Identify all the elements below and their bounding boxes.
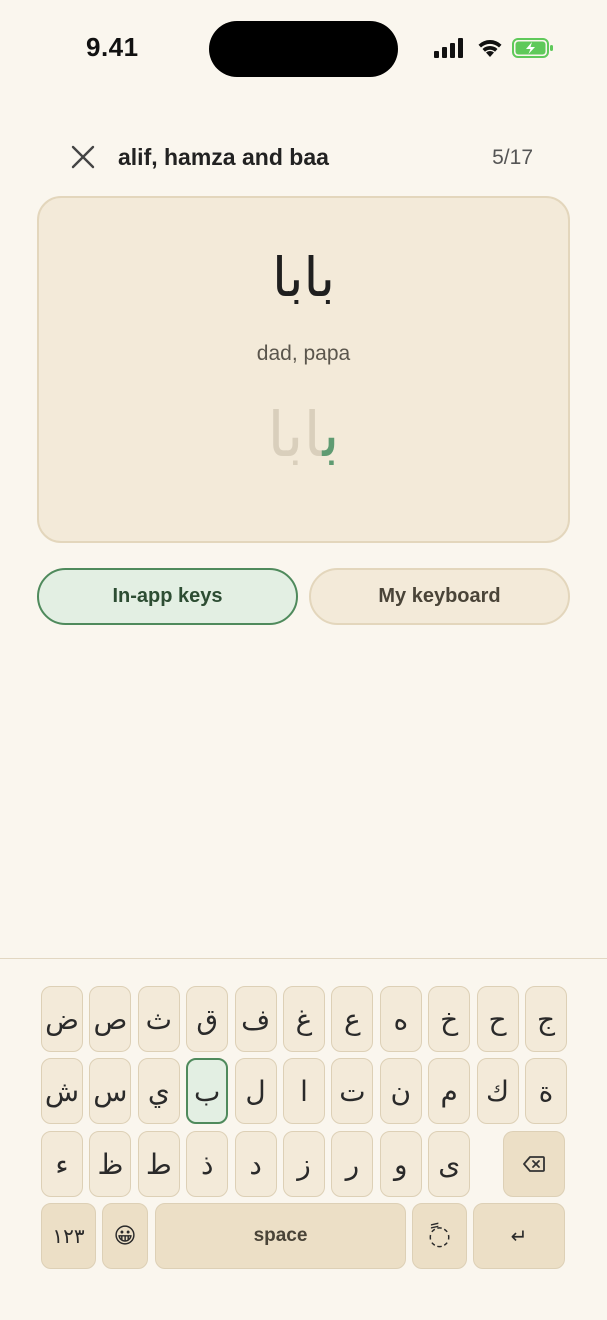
word-card: بابا dad, papa بابا	[37, 196, 570, 543]
in-app-keys-button[interactable]: In-app keys	[37, 568, 298, 625]
key-row3-7[interactable]: ر	[331, 1131, 374, 1197]
key-row1-4[interactable]: ق	[186, 986, 229, 1052]
backspace-icon	[523, 1156, 545, 1172]
key-row3-4[interactable]: ذ	[186, 1131, 229, 1197]
lesson-progress: 5/17	[492, 146, 533, 169]
key-row1-1[interactable]: ض	[41, 986, 83, 1052]
status-time: 9.41	[86, 32, 139, 62]
key-row2-8[interactable]: ن	[379, 1058, 422, 1124]
dynamic-island	[209, 21, 398, 77]
answer-pending: ابا	[267, 398, 323, 471]
key-row3-6[interactable]: ز	[283, 1131, 325, 1197]
arabic-keyboard: ضصثقفغعهخحج شسيبلاتنمكة ءظطذدزروى ١٢٣ 😀 …	[0, 958, 607, 1320]
key-row2-10[interactable]: ك	[476, 1058, 519, 1124]
key-row1-10[interactable]: ح	[476, 986, 519, 1052]
key-row3-9[interactable]: ى	[428, 1131, 471, 1197]
key-row3-3[interactable]: ط	[137, 1131, 180, 1197]
return-key[interactable]: ↵	[473, 1203, 565, 1269]
key-row3-5[interactable]: د	[234, 1131, 277, 1197]
wifi-icon	[478, 40, 502, 57]
key-row1-3[interactable]: ث	[137, 986, 180, 1052]
arabic-word: بابا	[272, 246, 335, 309]
status-bar: 9.41	[0, 0, 607, 100]
key-row2-9[interactable]: م	[428, 1058, 471, 1124]
word-meaning: dad, papa	[256, 342, 351, 365]
key-row1-8[interactable]: ه	[379, 986, 422, 1052]
key-row1-2[interactable]: ص	[89, 986, 132, 1052]
answer-typed: ب	[322, 398, 340, 471]
key-row1-9[interactable]: خ	[428, 986, 471, 1052]
key-row1-6[interactable]: غ	[283, 986, 325, 1052]
key-row3-8[interactable]: و	[379, 1131, 422, 1197]
key-row2-2[interactable]: س	[89, 1058, 132, 1124]
battery-icon	[512, 38, 553, 58]
numbers-key[interactable]: ١٢٣	[41, 1203, 96, 1269]
answer-input[interactable]: بابا	[39, 398, 568, 471]
key-row2-11[interactable]: ة	[525, 1058, 567, 1124]
status-icons	[434, 36, 556, 64]
key-row3-2[interactable]: ظ	[89, 1131, 132, 1197]
key-row2-4[interactable]: ب	[186, 1058, 229, 1124]
close-icon[interactable]	[68, 142, 98, 172]
key-row1-5[interactable]: ف	[234, 986, 277, 1052]
my-keyboard-button[interactable]: My keyboard	[309, 568, 570, 625]
key-row2-7[interactable]: ت	[331, 1058, 374, 1124]
backspace-key[interactable]	[503, 1131, 565, 1197]
key-row1-7[interactable]: ع	[331, 986, 374, 1052]
space-key[interactable]: space	[155, 1203, 406, 1269]
key-row1-11[interactable]: ج	[525, 986, 567, 1052]
key-row2-5[interactable]: ل	[234, 1058, 277, 1124]
key-row2-1[interactable]: ش	[41, 1058, 83, 1124]
lesson-header: alif, hamza and baa 5/17	[0, 130, 607, 182]
emoji-key[interactable]: 😀	[102, 1203, 148, 1269]
key-row2-6[interactable]: ا	[283, 1058, 325, 1124]
tanween-key[interactable]: ◌ً	[412, 1203, 467, 1269]
signal-icon	[434, 38, 463, 58]
key-row2-3[interactable]: ي	[137, 1058, 180, 1124]
key-row3-1[interactable]: ء	[41, 1131, 83, 1197]
lesson-title: alif, hamza and baa	[118, 144, 329, 170]
